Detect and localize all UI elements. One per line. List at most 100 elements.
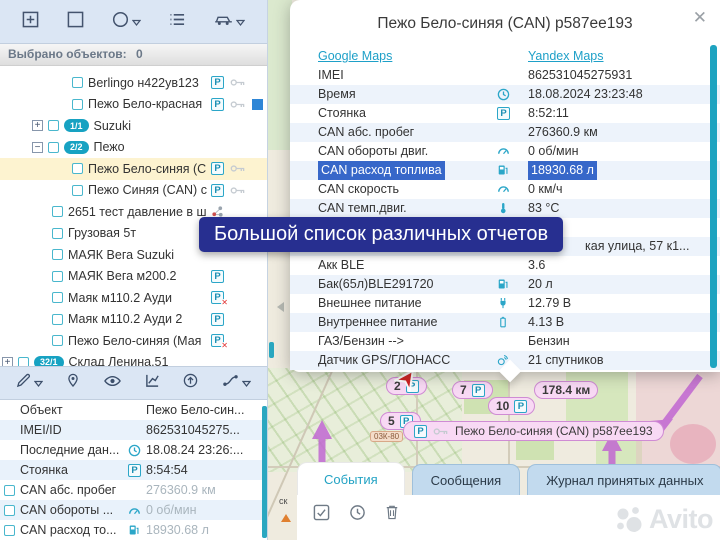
parking-icon[interactable]: P bbox=[211, 98, 224, 111]
popup-row[interactable]: CAN абс. пробег 276360.9 км bbox=[290, 123, 720, 142]
key-icon[interactable] bbox=[230, 100, 246, 109]
close-icon[interactable]: ✕ bbox=[693, 9, 707, 26]
parking-icon[interactable]: P bbox=[211, 76, 224, 89]
tree-expander-icon[interactable]: + bbox=[2, 357, 13, 366]
info-row[interactable]: CAN расход то... 18930.68 л bbox=[0, 520, 267, 540]
unit-label: Пежо Синяя (CAN) с bbox=[88, 183, 207, 197]
tab[interactable]: Сообщения bbox=[412, 464, 521, 495]
send-command-icon[interactable] bbox=[183, 373, 198, 393]
info-table-scrollbar[interactable] bbox=[262, 406, 267, 538]
unit-checkbox[interactable] bbox=[52, 271, 63, 282]
key-icon[interactable] bbox=[230, 164, 246, 173]
track-icon[interactable] bbox=[222, 374, 251, 392]
unit-row[interactable]: Пежо Бело-красная P bbox=[0, 94, 267, 116]
popup-row[interactable]: Внешнее питание 12.79 В bbox=[290, 294, 720, 313]
unit-checkbox[interactable] bbox=[48, 120, 59, 131]
tab[interactable]: События bbox=[297, 462, 405, 495]
unit-checkbox[interactable] bbox=[72, 163, 83, 174]
unit-row[interactable]: Пежо Бело-синяя (Мая P✕ bbox=[0, 330, 267, 352]
param-checkbox[interactable] bbox=[4, 445, 17, 456]
select-rect-icon[interactable] bbox=[67, 11, 84, 33]
param-checkbox[interactable] bbox=[4, 505, 17, 516]
parking-icon[interactable]: P✕ bbox=[211, 334, 224, 347]
popup-row[interactable]: CAN расход топлива 18930.68 л bbox=[290, 161, 720, 180]
unit-row[interactable]: − 2/2 Пежо bbox=[0, 137, 267, 159]
popup-row[interactable]: CAN темп.двиг. 83 °C bbox=[290, 199, 720, 218]
info-row[interactable]: CAN абс. пробег 276360.9 км bbox=[0, 480, 267, 500]
unit-row[interactable]: Berlingo н422ув123 P bbox=[0, 72, 267, 94]
popup-row[interactable]: Бак(65л)BLE291720 20 л bbox=[290, 275, 720, 294]
info-row[interactable]: Последние дан... 18.08.24 23:26:... bbox=[0, 440, 267, 460]
unit-checkbox[interactable] bbox=[18, 357, 29, 366]
sidebar-collapse-icon[interactable] bbox=[277, 302, 284, 312]
info-row[interactable]: IMEI/ID 862531045275... bbox=[0, 420, 267, 440]
popup-row[interactable]: Внутреннее питание 4.13 В bbox=[290, 313, 720, 332]
unit-label: 2651 тест давление в ш bbox=[68, 205, 207, 219]
popup-row[interactable]: Акк BLE 3.6 bbox=[290, 256, 720, 275]
popup-row[interactable]: ГАЗ/Бензин --> Бензин bbox=[290, 332, 720, 351]
google-maps-link[interactable]: Google Maps bbox=[318, 47, 392, 66]
unit-row[interactable]: Маяк м110.2 Ауди P✕ bbox=[0, 287, 267, 309]
chart-icon[interactable] bbox=[145, 373, 160, 393]
parking-icon[interactable]: P bbox=[211, 270, 224, 283]
map-waypoint-pill[interactable]: 10 P bbox=[488, 397, 535, 415]
param-checkbox[interactable] bbox=[4, 485, 17, 496]
unit-checkbox[interactable] bbox=[52, 249, 63, 260]
map-waypoint-pill[interactable]: 178.4 км bbox=[534, 381, 598, 399]
unit-checkbox[interactable] bbox=[48, 142, 59, 153]
edit-icon[interactable] bbox=[16, 373, 43, 393]
info-row[interactable]: CAN обороты ... 0 об/мин bbox=[0, 500, 267, 520]
add-object-icon[interactable] bbox=[22, 11, 39, 33]
popup-row[interactable]: Время 18.08.2024 23:23:48 bbox=[290, 85, 720, 104]
tree-expander-icon[interactable]: + bbox=[32, 120, 43, 131]
tab[interactable]: Журнал принятых данных bbox=[527, 464, 720, 495]
popup-scrollbar[interactable] bbox=[710, 45, 717, 368]
param-checkbox[interactable] bbox=[4, 525, 17, 536]
parking-icon: P bbox=[514, 400, 527, 413]
param-checkbox[interactable] bbox=[4, 405, 17, 416]
avito-watermark: Avito bbox=[614, 504, 713, 535]
unit-row[interactable]: + 1/1 Suzuki bbox=[0, 115, 267, 137]
info-row[interactable]: Стоянка P 8:54:54 bbox=[0, 460, 267, 480]
vehicle-map-label[interactable]: P Пежо Бело-синяя (CAN) p587ee193 bbox=[403, 421, 664, 441]
info-row[interactable]: Объект Пежо Бело-син... bbox=[0, 400, 267, 420]
watch-icon[interactable] bbox=[104, 374, 121, 392]
key-icon[interactable] bbox=[230, 186, 246, 195]
popup-row[interactable]: CAN обороты двиг. 0 об/мин bbox=[290, 142, 720, 161]
time-filter-icon[interactable] bbox=[349, 504, 366, 540]
unit-checkbox[interactable] bbox=[52, 292, 63, 303]
select-circle-icon[interactable] bbox=[112, 11, 141, 33]
parking-icon[interactable]: P bbox=[211, 313, 224, 326]
unit-checkbox[interactable] bbox=[52, 228, 63, 239]
unit-checkbox[interactable] bbox=[72, 77, 83, 88]
unit-row[interactable]: + 32/1 Склад Ленина,51 bbox=[0, 352, 267, 367]
popup-row[interactable]: CAN скорость 0 км/ч bbox=[290, 180, 720, 199]
tree-expander-icon[interactable]: − bbox=[32, 142, 43, 153]
map-waypoint-pill[interactable]: 7 P bbox=[452, 381, 493, 399]
popup-row[interactable]: IMEI 862531045275931 bbox=[290, 66, 720, 85]
select-all-icon[interactable] bbox=[313, 504, 330, 540]
info-label: CAN абс. пробег bbox=[20, 483, 128, 497]
unit-checkbox[interactable] bbox=[52, 335, 63, 346]
unit-row[interactable]: Маяк м110.2 Ауди 2 P bbox=[0, 309, 267, 331]
unit-checkbox[interactable] bbox=[52, 206, 63, 217]
param-checkbox[interactable] bbox=[4, 465, 17, 476]
unit-row[interactable]: Пежо Синяя (CAN) с P bbox=[0, 180, 267, 202]
unit-row[interactable]: Пежо Бело-синяя (С P bbox=[0, 158, 267, 180]
unit-checkbox[interactable] bbox=[72, 99, 83, 110]
sidebar-scrollbar[interactable] bbox=[269, 342, 274, 358]
vehicle-filter-icon[interactable] bbox=[214, 13, 245, 31]
key-icon[interactable] bbox=[230, 78, 246, 87]
unit-checkbox[interactable] bbox=[72, 185, 83, 196]
parking-icon[interactable]: P bbox=[211, 162, 224, 175]
yandex-maps-link[interactable]: Yandex Maps bbox=[528, 47, 604, 66]
delete-icon[interactable] bbox=[385, 504, 399, 540]
popup-row[interactable]: Стоянка P 8:52:11 bbox=[290, 104, 720, 123]
parking-icon[interactable]: P✕ bbox=[211, 291, 224, 304]
list-view-icon[interactable] bbox=[169, 12, 186, 32]
unit-row[interactable]: МАЯК Вега м200.2 P bbox=[0, 266, 267, 288]
locate-icon[interactable] bbox=[66, 373, 80, 393]
param-checkbox[interactable] bbox=[4, 425, 17, 436]
unit-checkbox[interactable] bbox=[52, 314, 63, 325]
parking-icon[interactable]: P bbox=[211, 184, 224, 197]
